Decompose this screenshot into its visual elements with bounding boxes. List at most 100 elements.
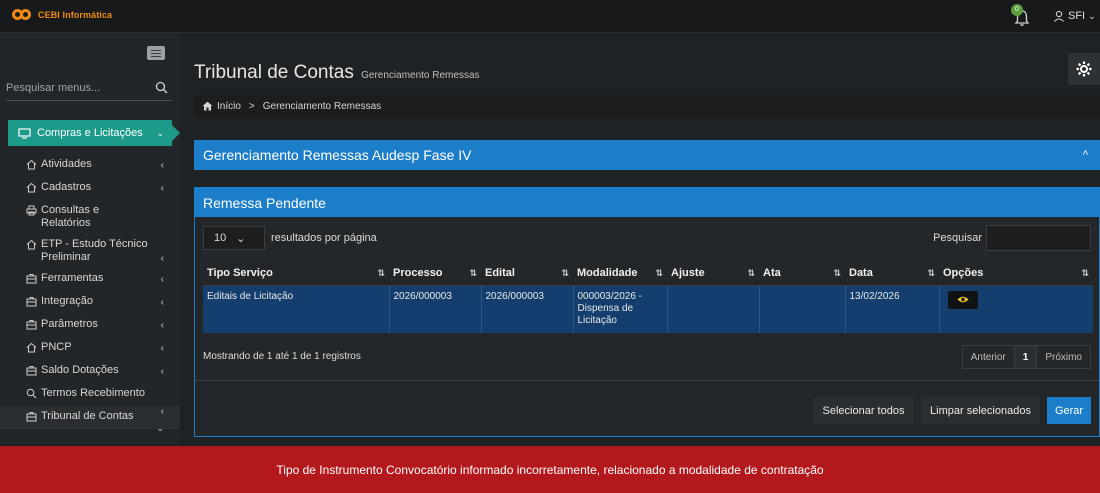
sidebar-search bbox=[6, 77, 172, 101]
sidebar-item-integracao[interactable]: Integração ‹ bbox=[0, 291, 180, 314]
sidebar-section-label: Compras e Licitações bbox=[37, 127, 143, 139]
chevron-up-icon[interactable]: ^ bbox=[1083, 149, 1088, 161]
sort-icon: ⇅ bbox=[833, 268, 841, 278]
table-info: Mostrando de 1 até 1 de 1 registros bbox=[203, 351, 361, 362]
cell-opcoes bbox=[938, 285, 1093, 333]
sidebar-item-ferramentas[interactable]: Ferramentas ‹ bbox=[0, 268, 180, 291]
home-icon bbox=[26, 182, 37, 193]
eye-icon bbox=[957, 296, 968, 303]
page-length-control: 10 ⌄ resultados por página bbox=[203, 226, 377, 250]
brand-name: CEBI Informática bbox=[38, 10, 113, 20]
sidebar-item-label: ETP - Estudo Técnico Preliminar bbox=[41, 238, 148, 263]
user-icon bbox=[1054, 10, 1064, 22]
page-length-label: resultados por página bbox=[271, 232, 377, 244]
sidebar-item-cadastros[interactable]: Cadastros ‹ bbox=[0, 177, 180, 200]
breadcrumb-separator: > bbox=[248, 100, 255, 112]
cell-ata bbox=[758, 285, 845, 333]
sidebar-item-label: Consultas e Relatórios bbox=[41, 204, 100, 229]
sidebar-item-parametros[interactable]: Parâmetros ‹ bbox=[0, 314, 180, 337]
home-icon bbox=[202, 101, 213, 111]
page-subtitle: Gerenciamento Remessas bbox=[361, 70, 480, 81]
sidebar-section-compras[interactable]: Compras e Licitações ⌄ bbox=[8, 120, 180, 146]
table-search: Pesquisar bbox=[933, 225, 1091, 251]
column-header-tipo[interactable]: Tipo Serviço ⇅ bbox=[203, 262, 389, 286]
chevron-left-icon: ‹ bbox=[160, 253, 164, 264]
notifications-button[interactable]: 0 bbox=[1011, 4, 1031, 27]
table-search-input[interactable] bbox=[986, 225, 1091, 251]
pagination-page-1[interactable]: 1 bbox=[1013, 346, 1038, 368]
view-button[interactable] bbox=[947, 290, 978, 309]
panel-audesp-header[interactable]: Gerenciamento Remessas Audesp Fase IV ^ bbox=[194, 140, 1100, 170]
sidebar-item-label: Saldo Dotações bbox=[41, 364, 119, 376]
chevron-left-icon: ‹ bbox=[160, 366, 164, 377]
table-row[interactable]: Editais de Licitação 2026/000003 2026/00… bbox=[203, 285, 1093, 333]
cell-ajuste bbox=[666, 285, 759, 333]
page-length-value: 10 bbox=[214, 232, 227, 244]
sidebar-item-label: Termos Recebimento bbox=[41, 387, 145, 399]
sort-icon: ⇅ bbox=[747, 268, 755, 278]
column-header-ata[interactable]: Ata ⇅ bbox=[759, 262, 845, 286]
chevron-left-icon: ‹ bbox=[160, 160, 164, 171]
sidebar: Compras e Licitações ⌄ Atividades ‹ Cada… bbox=[0, 34, 180, 444]
pagination-next[interactable]: Próximo bbox=[1037, 346, 1090, 368]
page-length-select[interactable]: 10 ⌄ bbox=[203, 226, 265, 250]
sort-icon: ⇅ bbox=[469, 268, 477, 278]
cell-data: 13/02/2026 bbox=[844, 285, 939, 333]
cell-processo: 2026/000003 bbox=[388, 285, 481, 333]
sidebar-item-consultas[interactable]: Consultas e Relatórios bbox=[0, 200, 180, 234]
chevron-down-icon: ⌄ bbox=[156, 423, 164, 433]
chevron-left-icon: ‹ bbox=[160, 320, 164, 331]
print-icon bbox=[26, 205, 37, 216]
briefcase-icon bbox=[26, 366, 37, 376]
generate-button[interactable]: Gerar bbox=[1047, 397, 1091, 424]
brand-logo[interactable]: CEBI Informática bbox=[12, 7, 112, 23]
select-all-button[interactable]: Selecionar todos bbox=[813, 397, 914, 424]
sidebar-item-tribunal[interactable]: Tribunal de Contas ‹ ⌄ bbox=[0, 406, 180, 433]
table-search-label: Pesquisar bbox=[933, 232, 982, 244]
sidebar-item-termos[interactable]: Termos Recebimento bbox=[0, 383, 180, 406]
pagination-prev[interactable]: Anterior bbox=[963, 346, 1014, 368]
home-icon bbox=[26, 159, 37, 170]
page-title: Tribunal de Contas Gerenciamento Remessa… bbox=[194, 62, 480, 84]
chevron-left-icon: ‹ bbox=[160, 406, 164, 417]
menu-search-input[interactable] bbox=[6, 77, 146, 99]
card-actions: Selecionar todos Limpar selecionados Ger… bbox=[195, 380, 1099, 437]
sidebar-item-pncp[interactable]: PNCP ‹ bbox=[0, 337, 180, 360]
home-icon bbox=[26, 239, 37, 250]
sidebar-item-atividades[interactable]: Atividades ‹ bbox=[0, 154, 180, 177]
sidebar-item-saldo[interactable]: Saldo Dotações ‹ bbox=[0, 360, 180, 383]
clear-selected-button[interactable]: Limpar selecionados bbox=[921, 397, 1040, 424]
user-menu[interactable]: SFI ⌄ bbox=[1053, 10, 1096, 22]
menu-toggle-icon[interactable] bbox=[147, 46, 165, 60]
chevron-down-icon: ⌄ bbox=[1088, 10, 1096, 21]
briefcase-icon bbox=[26, 297, 37, 307]
breadcrumb-home[interactable]: Início bbox=[217, 101, 241, 112]
column-header-edital[interactable]: Edital ⇅ bbox=[481, 262, 573, 286]
remessas-table: Tipo Serviço ⇅ Processo ⇅ Edital ⇅ Modalida… bbox=[203, 262, 1093, 333]
search-icon[interactable] bbox=[155, 81, 168, 94]
notification-badge: 0 bbox=[1011, 4, 1023, 16]
remessa-pendente-card: Remessa Pendente 10 ⌄ resultados por pág… bbox=[194, 187, 1100, 437]
sort-icon: ⇅ bbox=[377, 268, 385, 278]
sidebar-item-etp[interactable]: ETP - Estudo Técnico Preliminar ‹ bbox=[0, 234, 180, 268]
chevron-left-icon: ‹ bbox=[160, 183, 164, 194]
monitor-icon bbox=[18, 127, 31, 139]
column-header-opcoes[interactable]: Opções ⇅ bbox=[939, 262, 1093, 286]
chevron-down-icon: ⌄ bbox=[236, 232, 246, 245]
column-header-processo[interactable]: Processo ⇅ bbox=[389, 262, 481, 286]
cell-tipo: Editais de Licitação bbox=[203, 285, 389, 333]
settings-button[interactable] bbox=[1068, 53, 1100, 85]
column-header-modalidade[interactable]: Modalidade ⇅ bbox=[573, 262, 667, 286]
card-title: Remessa Pendente bbox=[195, 188, 1099, 217]
sort-icon: ⇅ bbox=[927, 268, 935, 278]
user-name: SFI bbox=[1068, 10, 1086, 22]
briefcase-icon bbox=[26, 274, 37, 284]
error-alert-message: Tipo de Instrumento Convocatório informa… bbox=[276, 462, 824, 477]
logo-mark-icon bbox=[12, 7, 34, 23]
sort-icon: ⇅ bbox=[1081, 268, 1089, 278]
chevron-left-icon: ‹ bbox=[160, 297, 164, 308]
cell-modalidade: 000003/2026 - Dispensa de Licitação bbox=[572, 285, 667, 333]
column-header-ajuste[interactable]: Ajuste ⇅ bbox=[667, 262, 759, 286]
sidebar-item-label: Ferramentas bbox=[41, 272, 104, 284]
column-header-data[interactable]: Data ⇅ bbox=[845, 262, 939, 286]
